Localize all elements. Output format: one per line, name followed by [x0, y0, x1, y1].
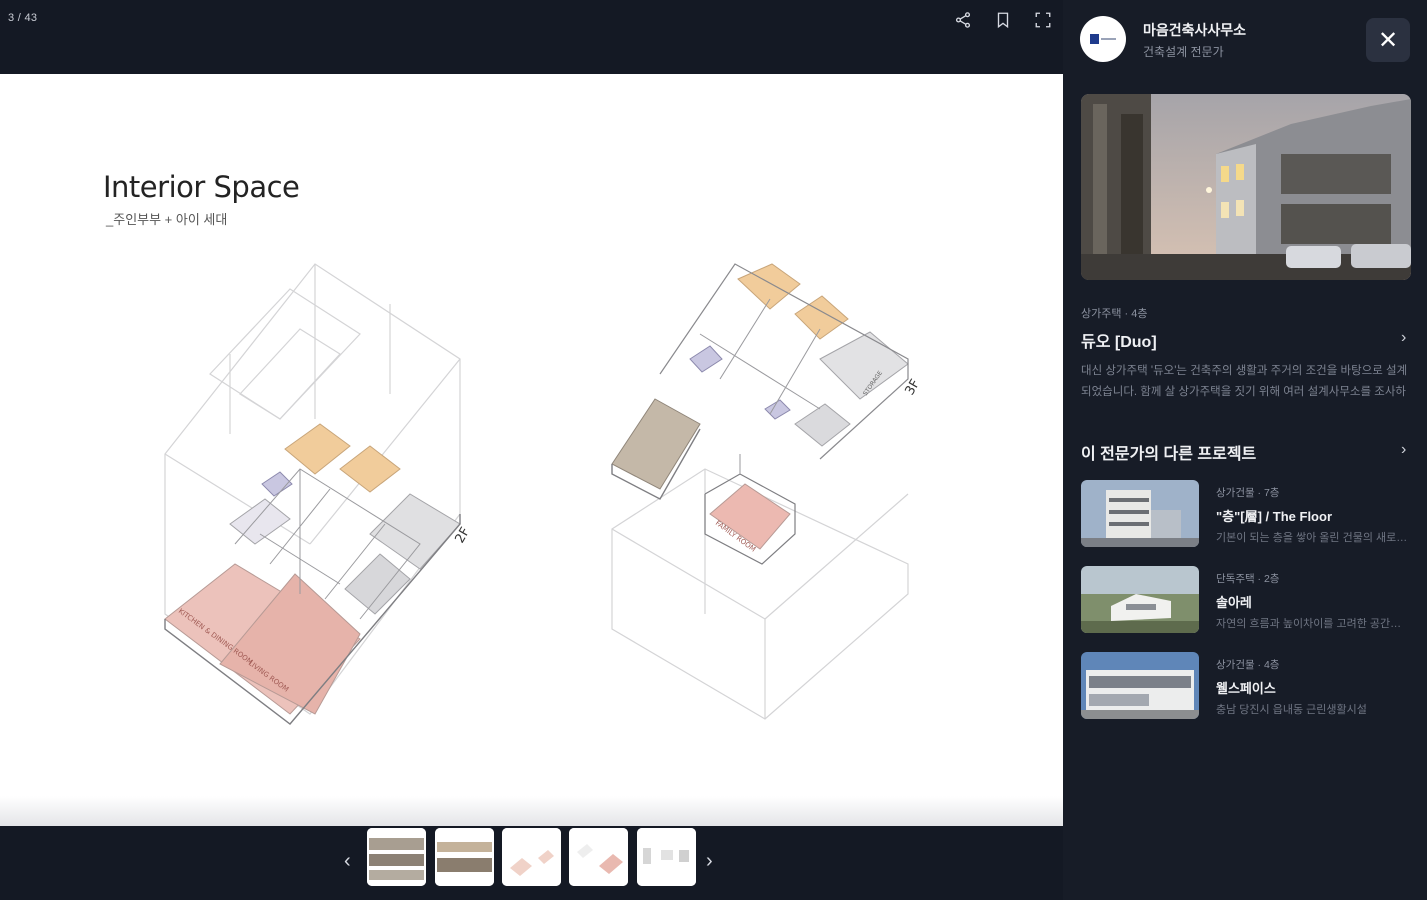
related-project-thumbnail [1081, 566, 1199, 633]
office-name[interactable]: 마음건축사사무소 [1143, 20, 1246, 40]
related-project-title: 웰스페이스 [1216, 681, 1276, 696]
related-project-thumbnail [1081, 480, 1199, 547]
related-project-meta: 단독주택 · 2층 [1216, 573, 1280, 585]
thumbnail-image [367, 828, 426, 886]
related-project-desc: 충남 당진시 읍내동 근린생활시설 [1216, 704, 1367, 716]
project-side-panel: 마음건축사사무소 건축설계 전문가 ✕ 상가주택 · 4층 듀오 [Duo] ›… [1063, 0, 1427, 900]
related-project-meta: 상가건물 · 4층 [1216, 659, 1280, 671]
image-viewer: 3 / 43 Interior Space _주인부부 + 아이 세대 2F 3… [0, 0, 1063, 900]
thumbnail-1[interactable] [367, 828, 426, 886]
slide-image: Interior Space _주인부부 + 아이 세대 2F 3F KITCH… [0, 74, 1063, 826]
thumbnail-image [569, 828, 628, 886]
viewer-toolbar: 3 / 43 [0, 0, 1063, 74]
office-subtitle: 건축설계 전문가 [1143, 45, 1224, 59]
building-3f-floor [611, 263, 909, 565]
related-project-thumbnail [1081, 652, 1199, 719]
thumbnail-image [502, 828, 561, 886]
office-logo-icon [1090, 34, 1116, 44]
project-meta: 상가주택 · 4층 [1081, 308, 1148, 320]
related-project-title: 솔아레 [1216, 595, 1252, 610]
fullscreen-button[interactable] [1032, 9, 1054, 31]
related-project-meta: 상가건물 · 7층 [1216, 487, 1280, 499]
project-cover-image[interactable] [1081, 94, 1411, 280]
fullscreen-icon [1035, 12, 1051, 28]
related-project-2[interactable]: 단독주택 · 2층 솔아레 자연의 흐름과 높이차이를 고려한 공간의 구성..… [1081, 566, 1411, 634]
related-project-title: "층"[層] / The Floor [1216, 509, 1332, 524]
thumbnail-strip: ‹ › [0, 826, 1063, 900]
cover-photo [1081, 94, 1411, 280]
related-project-1[interactable]: 상가건물 · 7층 "층"[層] / The Floor 기본이 되는 층을 쌓… [1081, 480, 1411, 548]
share-icon [955, 12, 971, 28]
chevron-right-icon[interactable]: › [1401, 329, 1406, 347]
thumbnail-2[interactable] [435, 828, 494, 886]
bookmark-icon [997, 12, 1009, 29]
thumbnail-image [637, 828, 696, 886]
thumbnail-3[interactable] [502, 828, 561, 886]
floor-label-3f: 3F [902, 377, 923, 398]
chevron-left-icon[interactable]: ‹ [344, 850, 351, 873]
thumbnail-image [435, 828, 494, 886]
thumbnail-5[interactable] [637, 828, 696, 886]
related-project-3[interactable]: 상가건물 · 4층 웰스페이스 충남 당진시 읍내동 근린생활시설 [1081, 652, 1411, 720]
office-avatar[interactable] [1080, 16, 1126, 62]
slide-bottom-fade [0, 796, 1063, 826]
project-title[interactable]: 듀오 [Duo] [1081, 328, 1157, 352]
close-button[interactable]: ✕ [1366, 18, 1410, 62]
project-description: 대신 상가주택 '듀오'는 건축주의 생활과 주거의 조건을 바탕으로 설계되었… [1081, 365, 1408, 398]
bookmark-button[interactable] [992, 9, 1014, 31]
related-project-desc: 자연의 흐름과 높이차이를 고려한 공간의 구성... [1216, 618, 1411, 630]
related-projects-title[interactable]: 이 전문가의 다른 프로젝트 [1081, 440, 1256, 464]
thumbnail-4[interactable] [569, 828, 628, 886]
chevron-right-icon[interactable]: › [1401, 441, 1406, 459]
axonometric-drawing: 2F 3F KITCHEN & DINING ROOM LIVING ROOM … [164, 263, 923, 725]
chevron-right-icon[interactable]: › [706, 850, 713, 873]
share-button[interactable] [952, 9, 974, 31]
slide-counter: 3 / 43 [8, 12, 38, 24]
related-project-desc: 기본이 되는 층을 쌓아 올린 건물의 새로운 해석... [1216, 532, 1411, 544]
